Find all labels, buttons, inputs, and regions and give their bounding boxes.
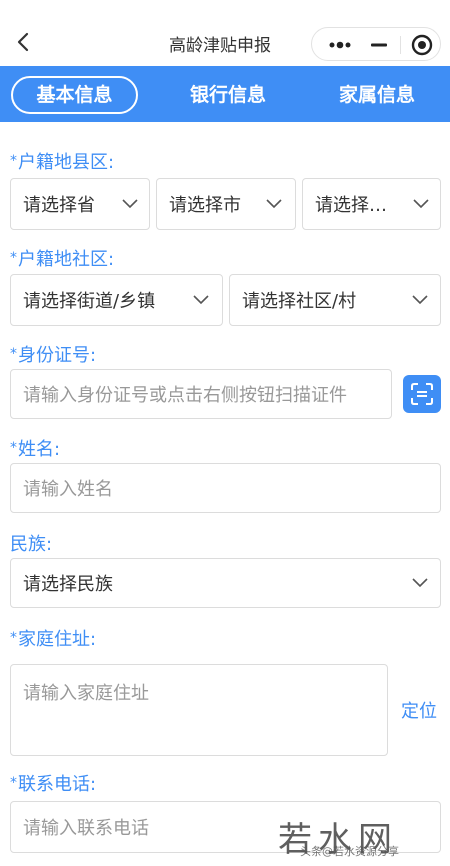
tab-basic-info[interactable]: 基本信息	[11, 76, 138, 114]
name-placeholder: 请输入姓名	[23, 479, 113, 500]
street-select[interactable]: 请选择街道/乡镇	[10, 274, 223, 326]
city-select-text: 请选择市	[169, 195, 241, 216]
address-label: *家庭住址:	[10, 629, 97, 650]
id-number-input[interactable]: 请输入身份证号或点击右侧按钮扫描证件	[10, 369, 392, 419]
scan-id-button[interactable]	[403, 375, 441, 413]
address-textarea[interactable]: 请输入家庭住址	[10, 664, 388, 756]
tab-family-info[interactable]: 家属信息	[317, 76, 437, 114]
watermark-caption: 头条@若水资源分享	[300, 845, 399, 858]
community-select-text: 请选择社区/村	[242, 291, 357, 312]
id-number-label: *身份证号:	[10, 345, 97, 366]
chevron-down-icon	[413, 199, 429, 209]
scan-icon	[411, 383, 433, 405]
chevron-down-icon	[122, 199, 138, 209]
ethnicity-select[interactable]: 请选择民族	[10, 558, 441, 608]
chevron-down-icon	[266, 199, 282, 209]
locate-button[interactable]: 定位	[401, 697, 437, 723]
chevron-down-icon	[193, 295, 209, 305]
street-select-text: 请选择街道/乡镇	[23, 291, 156, 312]
navigation-bar: 高龄津贴申报	[0, 0, 450, 66]
city-select[interactable]: 请选择市	[156, 178, 296, 230]
name-label: *姓名:	[10, 439, 61, 460]
community-select[interactable]: 请选择社区/村	[229, 274, 441, 326]
mini-program-capsule	[311, 27, 441, 61]
chevron-down-icon	[412, 578, 428, 588]
ethnicity-select-text: 请选择民族	[23, 574, 113, 595]
more-icon[interactable]	[326, 35, 354, 55]
tab-bar: 基本信息 银行信息 家属信息	[0, 66, 450, 122]
close-mini-program-icon[interactable]	[410, 33, 434, 57]
id-number-placeholder: 请输入身份证号或点击右侧按钮扫描证件	[23, 385, 347, 406]
capsule-divider	[400, 36, 401, 54]
hukou-community-label: *户籍地社区:	[10, 249, 115, 270]
address-placeholder: 请输入家庭住址	[23, 683, 149, 704]
chevron-down-icon	[412, 295, 428, 305]
minimize-icon[interactable]	[368, 35, 390, 55]
tab-bank-info[interactable]: 银行信息	[168, 76, 288, 114]
hukou-county-label: *户籍地县区:	[10, 152, 115, 173]
name-input[interactable]: 请输入姓名	[10, 463, 441, 513]
phone-label: *联系电话:	[10, 774, 97, 795]
province-select[interactable]: 请选择省	[10, 178, 150, 230]
district-select[interactable]: 请选择…	[302, 178, 441, 230]
phone-placeholder: 请输入联系电话	[23, 818, 149, 839]
ethnicity-label: 民族:	[10, 534, 53, 555]
district-select-text: 请选择…	[315, 195, 387, 216]
province-select-text: 请选择省	[23, 195, 95, 216]
